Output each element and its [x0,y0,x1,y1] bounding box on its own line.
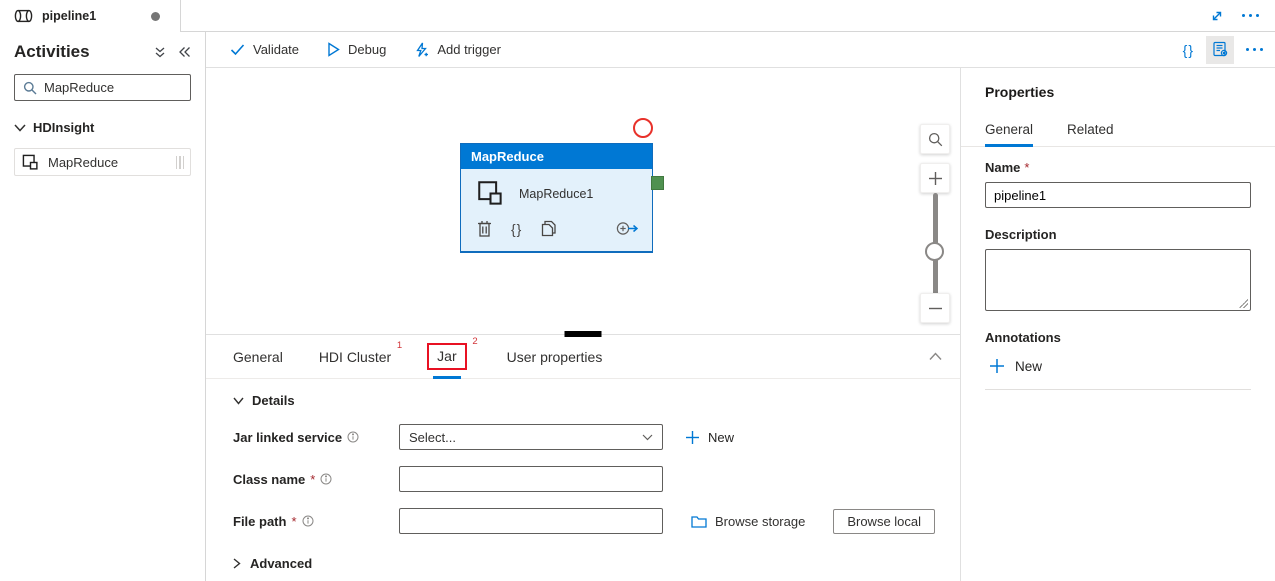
check-icon [230,43,245,56]
expand-window-icon[interactable] [1210,9,1224,23]
app-root: pipeline1 Activities [0,0,1275,581]
active-tab-underline [433,376,461,379]
config-tabs: General HDI Cluster 1 Jar 2 [206,335,960,379]
play-icon [327,42,340,57]
hdi-cluster-error-badge: 1 [397,340,402,351]
class-name-input[interactable] [399,466,663,492]
validation-error-marker [633,118,653,138]
sidebar-section-hdinsight[interactable]: HDInsight [14,120,191,135]
panel-resize-handle[interactable] [565,331,602,337]
trigger-lightning-icon [414,42,429,58]
clone-node-icon[interactable] [541,220,557,237]
info-icon [320,473,332,485]
advanced-section-toggle[interactable]: Advanced [233,556,960,571]
add-trigger-button[interactable]: Add trigger [414,42,501,58]
validate-button[interactable]: Validate [230,42,299,57]
document-tab-bar: pipeline1 [0,0,1275,32]
command-bar: Validate Debug [206,32,1275,68]
properties-title: Properties [985,84,1251,100]
zoom-slider-handle[interactable] [925,242,944,261]
add-output-icon[interactable] [616,221,638,236]
mapreduce-activity-node[interactable]: MapReduce MapReduce1 [460,143,653,253]
unsaved-changes-indicator [151,12,160,21]
activity-item-mapreduce[interactable]: MapReduce [14,148,191,176]
jar-linked-service-label: Jar linked service [233,430,399,445]
chevron-down-icon [14,124,26,132]
main-column: Validate Debug [206,32,1275,581]
debug-button[interactable]: Debug [327,42,386,57]
annotations-divider [985,389,1251,390]
tab-hdi-cluster[interactable]: HDI Cluster 1 [319,349,391,365]
search-icon [23,81,37,95]
jar-error-badge: 2 [472,336,477,347]
new-annotation-button[interactable]: New [985,358,1251,374]
chevron-down-icon [642,434,653,441]
jar-tab-highlight-box: Jar [427,343,466,370]
node-header[interactable]: MapReduce [461,144,652,169]
tab-user-properties[interactable]: User properties [507,349,603,365]
tab-title: pipeline1 [42,9,96,23]
code-view-icon[interactable]: {} [1183,42,1194,58]
pipeline-icon [14,9,33,23]
details-section-toggle[interactable]: Details [233,393,960,408]
collapse-panel-icon[interactable] [929,352,942,361]
section-label: HDInsight [33,120,94,135]
annotations-label: Annotations [985,330,1251,345]
node-output-connector[interactable] [651,176,664,190]
node-code-icon[interactable]: {} [511,221,522,237]
body: Activities [0,32,1275,581]
activity-config-panel: General HDI Cluster 1 Jar 2 [206,334,960,581]
topbar-actions [1210,0,1275,31]
zoom-in-button[interactable] [920,163,950,193]
properties-tab-related[interactable]: Related [1067,122,1114,146]
debug-label: Debug [348,42,386,57]
pipeline-name-input[interactable] [985,182,1251,208]
jar-linked-service-select[interactable]: Select... [399,424,663,450]
properties-panel: Properties General Related Name * Descri… [960,68,1275,581]
properties-tab-general[interactable]: General [985,122,1033,146]
new-linked-service-button[interactable]: New [685,430,734,445]
mapreduce-icon [22,154,39,171]
properties-toggle-button[interactable] [1206,36,1234,64]
properties-tabs: General Related [961,122,1275,147]
content-row: MapReduce MapReduce1 [206,68,1275,581]
search-input[interactable] [44,80,182,95]
activities-title: Activities [14,42,90,62]
center-column: MapReduce MapReduce1 [206,68,960,581]
folder-icon [691,515,707,528]
pipeline-canvas[interactable]: MapReduce MapReduce1 [206,68,960,334]
name-label: Name * [985,160,1251,175]
tab-general[interactable]: General [233,349,283,365]
file-path-label: File path * [233,514,399,529]
file-path-input[interactable] [399,508,663,534]
zoom-to-fit-button[interactable] [920,124,950,154]
activities-search[interactable] [14,74,191,101]
activity-item-label: MapReduce [48,155,118,170]
mapreduce-node-icon [477,180,504,207]
jar-tab-content: Details Jar linked service [206,379,960,571]
node-name-label: MapReduce1 [519,187,593,201]
tab-jar[interactable]: Jar 2 [427,343,466,370]
info-icon [347,431,359,443]
collapse-all-icon[interactable] [154,46,166,59]
description-label: Description [985,227,1251,242]
pipeline-description-textarea[interactable] [985,249,1251,311]
delete-node-icon[interactable] [477,220,492,237]
browse-local-button[interactable]: Browse local [833,509,935,534]
drag-handle-icon [176,156,185,169]
collapse-sidebar-icon[interactable] [178,46,191,58]
info-icon [302,515,314,527]
add-trigger-label: Add trigger [437,42,501,57]
validate-label: Validate [253,42,299,57]
browse-storage-button[interactable]: Browse storage [691,514,805,529]
zoom-out-button[interactable] [920,293,950,323]
activities-sidebar: Activities [0,32,206,581]
more-options-icon[interactable] [1242,14,1259,17]
more-commands-icon[interactable] [1246,48,1263,51]
class-name-label: Class name * [233,472,399,487]
pipeline-tab[interactable]: pipeline1 [0,0,181,32]
